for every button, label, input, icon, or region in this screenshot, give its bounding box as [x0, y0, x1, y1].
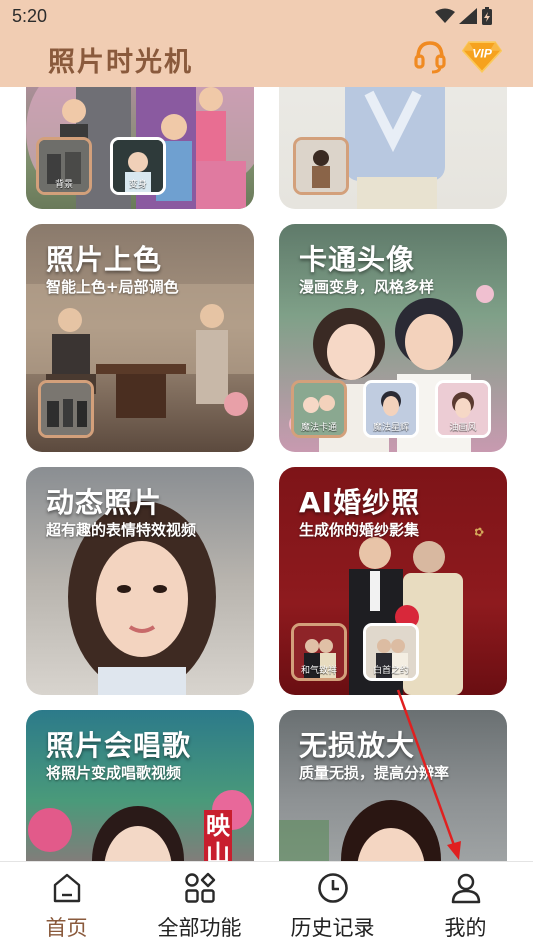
- card-subtitle: 将照片变成唱歌视频: [46, 764, 182, 782]
- thumb-old-photo[interactable]: [38, 380, 94, 438]
- clock-icon: [315, 870, 351, 906]
- thumb-label: 变身: [128, 180, 147, 190]
- nav-label: 历史记录: [290, 916, 375, 940]
- thumb-magic-star[interactable]: 魔法星辉: [363, 380, 419, 438]
- card-title: 动态照片: [46, 486, 163, 519]
- poster-text: 映山: [204, 810, 232, 861]
- card-subtitle: 漫画变身，风格多样: [299, 278, 435, 296]
- signal-icon: [459, 8, 477, 24]
- thumb-outfit-image: [296, 140, 346, 192]
- thumb-old-photo-image: [41, 383, 91, 435]
- card-family-photo[interactable]: 背景 变身: [26, 87, 254, 209]
- card-subtitle: 质量无损，提高分辨率: [299, 764, 450, 782]
- thumb-label: 和气致祥: [300, 666, 337, 676]
- card-outfit[interactable]: [279, 87, 507, 209]
- vip-button[interactable]: VIP: [462, 36, 502, 76]
- nav-label: 全部功能: [157, 916, 242, 940]
- home-icon: [49, 870, 85, 906]
- nav-label: 我的: [444, 916, 487, 940]
- card-title: AI婚纱照: [299, 486, 421, 519]
- card-photo-colorize[interactable]: 照片上色 智能上色+局部调色: [26, 224, 254, 452]
- card-cartoon-avatar[interactable]: 卡通头像 漫画变身，风格多样 魔法卡通 魔法星辉 油画风: [279, 224, 507, 452]
- thumb-label: 魔法卡通: [300, 423, 337, 433]
- user-icon: [448, 870, 484, 906]
- nav-home[interactable]: 首页: [0, 862, 133, 948]
- svg-text:✿: ✿: [472, 527, 486, 537]
- status-bar: 5:20: [0, 0, 533, 36]
- nav-label: 首页: [45, 916, 88, 940]
- card-subtitle: 生成你的婚纱影集: [299, 521, 420, 539]
- thumb-lifelong[interactable]: 白首之约: [363, 623, 419, 681]
- thumb-outfit[interactable]: [293, 137, 349, 195]
- status-time: 5:20: [12, 6, 48, 26]
- vip-diamond-icon: VIP: [462, 41, 502, 73]
- card-subtitle: 超有趣的表情特效视频: [46, 521, 197, 539]
- thumb-magic-cartoon[interactable]: 魔法卡通: [291, 380, 347, 438]
- thumb-harmony[interactable]: 和气致祥: [291, 623, 347, 681]
- nav-all-features[interactable]: 全部功能: [133, 862, 266, 948]
- card-ai-wedding[interactable]: ✿ AI婚纱照 生成你的婚纱影集 和气致祥 白首之约: [279, 467, 507, 695]
- thumb-label: 魔法星辉: [372, 423, 409, 433]
- card-dynamic-photo[interactable]: 动态照片 超有趣的表情特效视频: [26, 467, 254, 695]
- thumb-background[interactable]: 背景: [36, 137, 92, 195]
- nav-mine[interactable]: 我的: [399, 862, 532, 948]
- card-lossless-upscale[interactable]: 无损放大 质量无损，提高分辨率: [279, 710, 507, 861]
- thumb-oil-painting[interactable]: 油画风: [435, 380, 491, 438]
- nav-history[interactable]: 历史记录: [266, 862, 399, 948]
- card-title: 照片上色: [46, 243, 163, 276]
- card-title: 照片会唱歌: [46, 729, 192, 762]
- bottom-nav: 首页 全部功能 历史记录 我的: [0, 861, 533, 948]
- app-header: 5:20 照片时光机 VIP: [0, 0, 533, 87]
- app-title: 照片时光机: [48, 47, 193, 78]
- wifi-icon: [435, 8, 455, 23]
- card-title: 无损放大: [299, 729, 416, 762]
- card-title: 卡通头像: [299, 243, 416, 276]
- battery-icon: [482, 7, 492, 25]
- grid-icon: [182, 870, 218, 906]
- thumb-label: 白首之约: [372, 666, 409, 676]
- headset-icon: [414, 41, 446, 74]
- customer-service-button[interactable]: [410, 36, 450, 76]
- thumb-label: 背景: [54, 180, 73, 190]
- feature-grid: 背景 变身 照片上色 智能上色+局部调色 卡通头像 漫画变身，风格多样 魔法卡通…: [0, 87, 533, 861]
- vip-label: VIP: [472, 47, 492, 61]
- thumb-transform[interactable]: 变身: [110, 137, 166, 195]
- thumb-label: 油画风: [449, 423, 477, 433]
- card-photo-sing[interactable]: 照片会唱歌 将照片变成唱歌视频 映山: [26, 710, 254, 861]
- card-subtitle: 智能上色+局部调色: [46, 278, 179, 296]
